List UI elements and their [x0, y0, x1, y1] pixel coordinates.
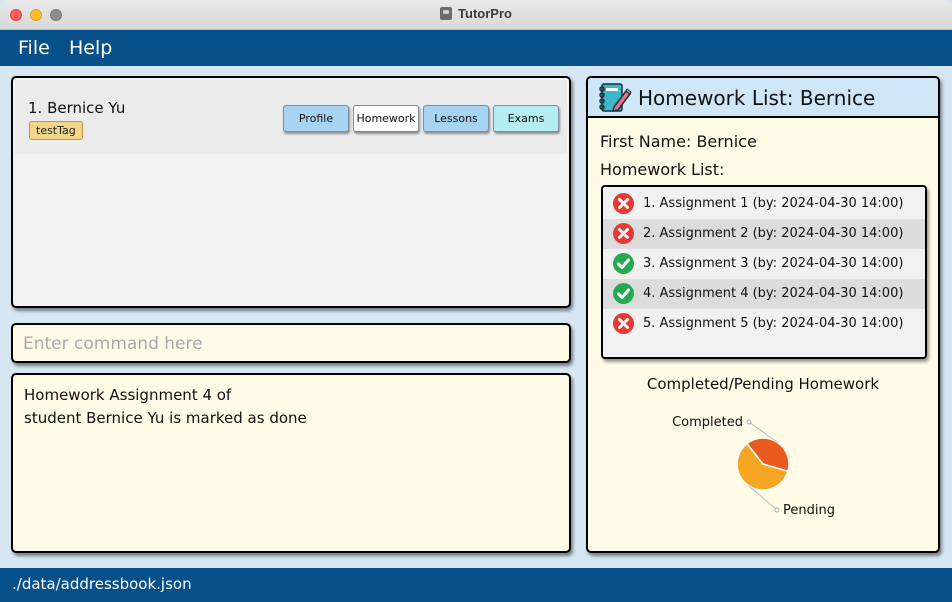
homework-list: 1. Assignment 1 (by: 2024-04-30 14:00) 2… [601, 185, 927, 359]
homework-pie-chart: Pending Completed [672, 415, 835, 518]
lessons-button[interactable]: Lessons [423, 105, 489, 132]
person-card[interactable]: 1. Bernice Yu testTag Profile Homework L… [15, 80, 567, 154]
pie-leader-dot [774, 507, 780, 513]
detail-header: Homework List: Bernice [588, 78, 938, 118]
person-tag: testTag [29, 121, 83, 140]
pending-x-icon [613, 223, 634, 244]
app-icon [440, 7, 453, 20]
result-line: Homework Assignment 4 of [24, 386, 232, 404]
pending-x-icon [613, 313, 634, 334]
menu-bar: File Help [0, 30, 952, 66]
homework-row[interactable]: 4. Assignment 4 (by: 2024-04-30 14:00) [603, 279, 925, 309]
pending-x-icon [613, 193, 634, 214]
homework-row[interactable]: 1. Assignment 1 (by: 2024-04-30 14:00) [603, 189, 925, 219]
homework-text: 3. Assignment 3 (by: 2024-04-30 14:00) [643, 256, 904, 271]
result-message: Homework Assignment 4 of student Bernice… [24, 384, 554, 430]
homework-row[interactable]: 3. Assignment 3 (by: 2024-04-30 14:00) [603, 249, 925, 279]
homework-row[interactable]: 5. Assignment 5 (by: 2024-04-30 14:00) [603, 309, 925, 339]
homework-text: 1. Assignment 1 (by: 2024-04-30 14:00) [643, 196, 904, 211]
person-list-panel: 1. Bernice Yu testTag Profile Homework L… [11, 76, 571, 308]
window-title-text: TutorPro [458, 6, 512, 21]
homework-text: 4. Assignment 4 (by: 2024-04-30 14:00) [643, 286, 904, 301]
chart-title: Completed/Pending Homework [646, 375, 880, 393]
result-display: Homework Assignment 4 of student Bernice… [11, 373, 571, 553]
homework-detail-panel: Homework List: Bernice First Name: Berni… [586, 76, 940, 553]
command-input[interactable] [23, 331, 553, 357]
pie-leader-dot [746, 419, 752, 425]
window-title: TutorPro [0, 6, 952, 21]
first-name-label: First Name: Bernice [600, 132, 757, 151]
command-box [11, 323, 571, 363]
homework-text: 2. Assignment 2 (by: 2024-04-30 14:00) [643, 226, 904, 241]
pie-label-completed: Completed [672, 415, 743, 430]
profile-button[interactable]: Profile [283, 105, 349, 132]
done-check-icon [613, 253, 634, 274]
homework-row[interactable]: 2. Assignment 2 (by: 2024-04-30 14:00) [603, 219, 925, 249]
menu-file[interactable]: File [18, 37, 50, 59]
exams-button[interactable]: Exams [493, 105, 559, 132]
menu-help[interactable]: Help [69, 37, 112, 59]
data-file-path: ./data/addressbook.json [12, 575, 192, 593]
window-titlebar: TutorPro [0, 0, 952, 30]
pie-label-pending: Pending [783, 503, 835, 518]
homework-notebook-icon [599, 83, 632, 112]
person-name: 1. Bernice Yu [28, 99, 126, 117]
homework-list-label: Homework List: [600, 160, 725, 179]
done-check-icon [613, 283, 634, 304]
result-line: student Bernice Yu is marked as done [24, 409, 307, 427]
status-bar: ./data/addressbook.json [0, 568, 952, 602]
homework-button[interactable]: Homework [353, 105, 419, 132]
detail-title: Homework List: Bernice [638, 86, 876, 110]
homework-text: 5. Assignment 5 (by: 2024-04-30 14:00) [643, 316, 904, 331]
